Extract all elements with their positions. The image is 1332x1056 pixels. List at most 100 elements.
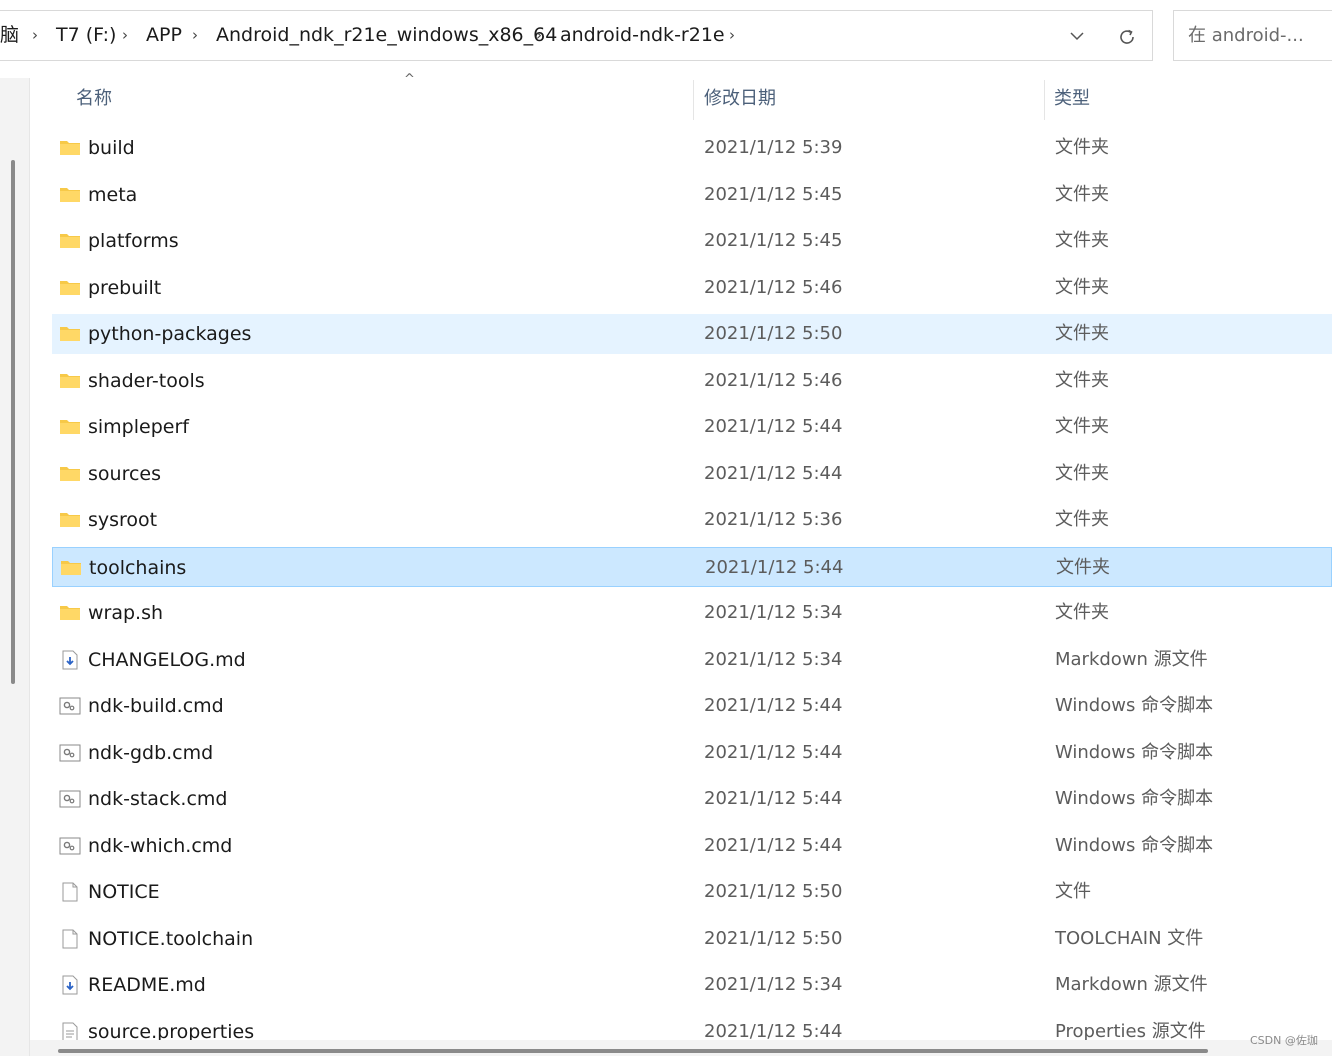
file-name: toolchains [89,557,187,579]
file-type: Windows 命令脚本 [1055,742,1214,763]
folder-icon [60,558,82,578]
history-dropdown-button[interactable] [1062,11,1092,60]
file-type: 文件夹 [1055,509,1109,530]
file-name: python-packages [88,323,252,345]
file-modified-date: 2021/1/12 5:44 [704,695,843,716]
file-name: CHANGELOG.md [88,649,246,671]
sort-ascending-icon: ^ [404,72,415,87]
file-row[interactable]: simpleperf 2021/1/12 5:44 文件夹 [52,407,1332,447]
file-type: Markdown 源文件 [1055,649,1208,670]
refresh-button[interactable] [1112,11,1142,60]
folder-icon [59,185,81,205]
breadcrumb-separator[interactable]: › [122,11,128,60]
blank-file-icon [59,882,81,902]
file-name: ndk-stack.cmd [88,788,228,810]
file-row[interactable]: sources 2021/1/12 5:44 文件夹 [52,454,1332,494]
file-row[interactable]: NOTICE.toolchain 2021/1/12 5:50 TOOLCHAIN … [52,919,1332,959]
cmd-script-icon [59,789,81,809]
file-row[interactable]: platforms 2021/1/12 5:45 文件夹 [52,221,1332,261]
file-type: Windows 命令脚本 [1055,788,1214,809]
file-modified-date: 2021/1/12 5:44 [704,416,843,437]
file-row[interactable]: python-packages 2021/1/12 5:50 文件夹 [52,314,1332,354]
file-modified-date: 2021/1/12 5:50 [704,881,843,902]
breadcrumb-this-pc[interactable]: 脑 [0,11,19,60]
column-divider[interactable] [1044,80,1045,120]
folder-icon [59,371,81,391]
watermark: CSDN @佐珈 [1250,1034,1318,1047]
file-modified-date: 2021/1/12 5:34 [704,974,843,995]
navigation-pane-edge [0,78,30,1056]
cmd-script-icon [59,743,81,763]
file-name: ndk-gdb.cmd [88,742,214,764]
file-row[interactable]: prebuilt 2021/1/12 5:46 文件夹 [52,268,1332,308]
file-row[interactable]: README.md 2021/1/12 5:34 Markdown 源文件 [52,965,1332,1005]
folder-icon [59,464,81,484]
column-header-row: ^ 名称 修改日期 类型 [30,72,1332,120]
breadcrumb-current-folder[interactable]: android-ndk-r21e [560,11,725,60]
navigation-bar: 脑 › T7 (F:) › APP › Android_ndk_r21e_win… [0,0,1332,78]
file-row[interactable]: NOTICE 2021/1/12 5:50 文件 [52,872,1332,912]
search-placeholder: 在 android-... [1188,25,1304,46]
file-type: 文件夹 [1055,416,1109,437]
file-modified-date: 2021/1/12 5:44 [704,835,843,856]
column-header-name[interactable]: 名称 [76,78,112,120]
file-type: 文件夹 [1055,277,1109,298]
folder-icon [59,138,81,158]
file-name: platforms [88,230,179,252]
vertical-scrollbar[interactable] [11,160,15,684]
file-row[interactable]: ndk-build.cmd 2021/1/12 5:44 Windows 命令脚本 [52,686,1332,726]
file-row[interactable]: CHANGELOG.md 2021/1/12 5:34 Markdown 源文件 [52,640,1332,680]
column-divider[interactable] [693,80,694,120]
file-row[interactable]: build 2021/1/12 5:39 文件夹 [52,128,1332,168]
cmd-script-icon [59,836,81,856]
file-row[interactable]: sysroot 2021/1/12 5:36 文件夹 [52,500,1332,540]
file-row[interactable]: ndk-stack.cmd 2021/1/12 5:44 Windows 命令脚本 [52,779,1332,819]
file-modified-date: 2021/1/12 5:34 [704,602,843,623]
file-type: 文件 [1055,881,1091,902]
breadcrumb-separator[interactable]: › [32,11,38,60]
file-type: 文件夹 [1055,184,1109,205]
file-name: ndk-build.cmd [88,695,224,717]
breadcrumb-ndk-folder[interactable]: Android_ndk_r21e_windows_x86_64 [216,11,557,60]
file-modified-date: 2021/1/12 5:45 [704,184,843,205]
file-modified-date: 2021/1/12 5:50 [704,323,843,344]
file-name: meta [88,184,138,206]
file-type: Windows 命令脚本 [1055,835,1214,856]
folder-icon [59,278,81,298]
breadcrumb-app[interactable]: APP [146,11,182,60]
folder-icon [59,231,81,251]
file-modified-date: 2021/1/12 5:44 [705,557,844,578]
breadcrumb-separator[interactable]: › [729,11,735,60]
address-bar[interactable]: 脑 › T7 (F:) › APP › Android_ndk_r21e_win… [0,10,1153,61]
markdown-file-icon [59,650,81,670]
properties-file-icon [59,1022,81,1042]
file-modified-date: 2021/1/12 5:46 [704,370,843,391]
file-row[interactable]: ndk-gdb.cmd 2021/1/12 5:44 Windows 命令脚本 [52,733,1332,773]
breadcrumb-separator[interactable]: › [536,11,542,60]
file-type: Windows 命令脚本 [1055,695,1214,716]
file-row[interactable]: ndk-which.cmd 2021/1/12 5:44 Windows 命令脚本 [52,826,1332,866]
file-row[interactable]: meta 2021/1/12 5:45 文件夹 [52,175,1332,215]
search-input[interactable]: 在 android-... [1173,10,1332,61]
breadcrumb-drive[interactable]: T7 (F:) [56,11,116,60]
file-name: NOTICE.toolchain [88,928,254,950]
breadcrumb-separator[interactable]: › [192,11,198,60]
file-modified-date: 2021/1/12 5:46 [704,277,843,298]
file-name: build [88,137,135,159]
blank-file-icon [59,929,81,949]
file-row[interactable]: wrap.sh 2021/1/12 5:34 文件夹 [52,593,1332,633]
refresh-icon [1120,29,1134,44]
file-row[interactable]: toolchains 2021/1/12 5:44 文件夹 [52,547,1332,587]
folder-icon [59,510,81,530]
file-modified-date: 2021/1/12 5:44 [704,463,843,484]
file-row[interactable]: shader-tools 2021/1/12 5:46 文件夹 [52,361,1332,401]
file-modified-date: 2021/1/12 5:44 [704,788,843,809]
file-type: 文件夹 [1055,230,1109,251]
column-header-type[interactable]: 类型 [1054,78,1090,120]
horizontal-scrollbar[interactable] [58,1049,1208,1053]
folder-icon [59,417,81,437]
horizontal-scrollbar-track [30,1040,1332,1056]
column-header-date[interactable]: 修改日期 [704,78,776,120]
file-name: ndk-which.cmd [88,835,233,857]
file-type: 文件夹 [1056,557,1110,578]
